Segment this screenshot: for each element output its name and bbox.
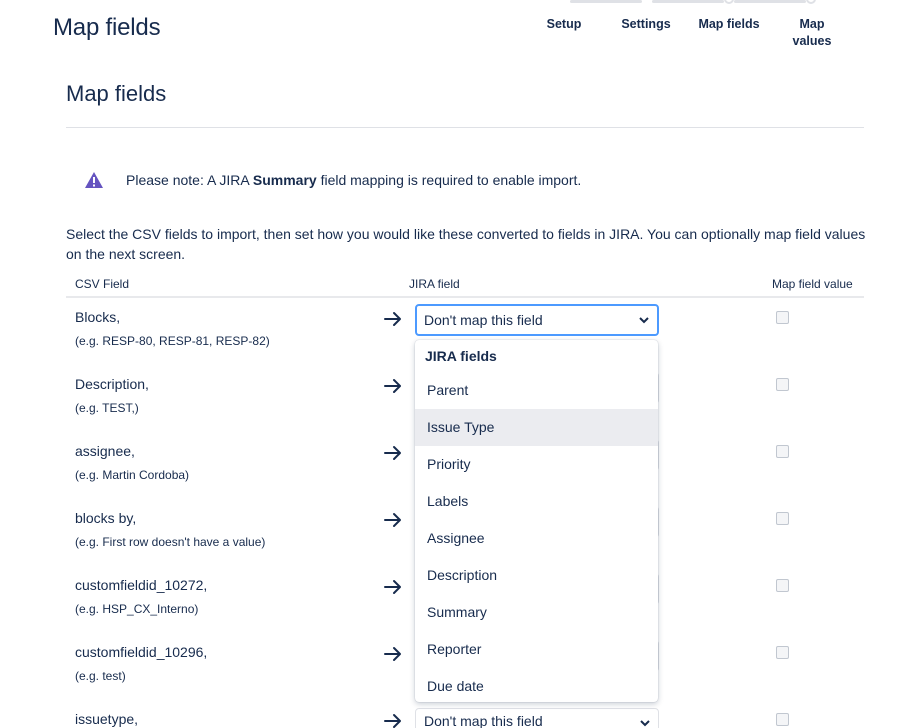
arrow-right-icon xyxy=(384,513,401,527)
option-assignee[interactable]: Assignee xyxy=(415,520,658,557)
arrow-right-icon xyxy=(384,446,401,460)
csv-field-name: customfieldid_10296, xyxy=(75,644,208,660)
select-value: Don't map this field xyxy=(424,312,543,328)
arrow-right-icon xyxy=(384,647,401,661)
tracker-segment xyxy=(652,0,724,3)
step-setup: Setup xyxy=(546,17,582,31)
header-jira-field: JIRA field xyxy=(409,277,460,291)
map-field-value-checkbox[interactable] xyxy=(776,378,789,391)
map-field-value-checkbox[interactable] xyxy=(776,646,789,659)
chevron-down-icon xyxy=(639,317,649,324)
select-value: Don't map this field xyxy=(424,713,543,728)
header-csv-field: CSV Field xyxy=(75,277,130,291)
option-labels[interactable]: Labels xyxy=(415,483,658,520)
header-map-field-value: Map field value xyxy=(772,277,853,291)
csv-field-name: Blocks, xyxy=(75,309,121,325)
map-field-value-checkbox[interactable] xyxy=(776,713,789,726)
section-title: Map fields xyxy=(66,81,167,106)
table-row: issuetype, Don't map this field xyxy=(0,708,913,728)
tracker-segment xyxy=(734,0,806,3)
csv-field-name: issuetype, xyxy=(75,711,139,727)
tracker-segment xyxy=(570,0,642,3)
jira-field-select[interactable]: Don't map this field xyxy=(415,304,659,336)
option-parent[interactable]: Parent xyxy=(415,372,658,409)
csv-field-name: assignee, xyxy=(75,443,135,459)
note-text: Please note: A JIRA Summary field mappin… xyxy=(126,172,581,188)
option-description[interactable]: Description xyxy=(415,557,658,594)
map-field-value-checkbox[interactable] xyxy=(776,512,789,525)
csv-field-example: (e.g. HSP_CX_Interno) xyxy=(75,602,199,616)
arrow-right-icon xyxy=(384,379,401,393)
arrow-right-icon xyxy=(384,580,401,594)
tracker-dot xyxy=(806,0,816,4)
warning-icon xyxy=(85,172,103,188)
arrow-right-icon xyxy=(384,312,401,326)
dropdown-group-label: JIRA fields xyxy=(425,348,497,364)
option-due-date[interactable]: Due date xyxy=(415,668,658,702)
header-divider xyxy=(66,296,864,298)
csv-field-example: (e.g. First row doesn't have a value) xyxy=(75,535,266,549)
csv-field-name: blocks by, xyxy=(75,510,137,526)
note-prefix: Please note: A JIRA xyxy=(126,172,253,188)
jira-field-select[interactable]: Don't map this field xyxy=(415,708,659,728)
csv-field-name: Description, xyxy=(75,376,149,392)
csv-field-example: (e.g. TEST,) xyxy=(75,401,139,415)
option-summary[interactable]: Summary xyxy=(415,594,658,631)
option-reporter[interactable]: Reporter xyxy=(415,631,658,668)
map-field-value-checkbox[interactable] xyxy=(776,445,789,458)
chevron-down-icon xyxy=(640,720,650,727)
page-title: Map fields xyxy=(53,14,161,41)
step-map-values: Map values xyxy=(792,17,832,48)
divider xyxy=(66,127,864,128)
csv-field-example: (e.g. RESP-80, RESP-81, RESP-82) xyxy=(75,334,270,348)
arrow-right-icon xyxy=(384,714,401,728)
csv-field-example: (e.g. Martin Cordoba) xyxy=(75,468,190,482)
step-map-fields: Map fields xyxy=(698,17,760,31)
summary-required-note: Please note: A JIRA Summary field mappin… xyxy=(84,170,581,190)
intro-text: Select the CSV fields to import, then se… xyxy=(66,226,866,262)
progress-tracker: Setup Settings Map fields Map values xyxy=(520,0,900,60)
csv-field-name: customfieldid_10272, xyxy=(75,577,208,593)
map-field-value-checkbox[interactable] xyxy=(776,579,789,592)
tracker-dot xyxy=(724,0,734,4)
step-settings: Settings xyxy=(621,17,671,31)
note-bold: Summary xyxy=(252,172,317,188)
option-issue-type[interactable]: Issue Type xyxy=(415,409,658,446)
option-priority[interactable]: Priority xyxy=(415,446,658,483)
map-field-value-checkbox[interactable] xyxy=(776,311,789,324)
jira-field-dropdown: JIRA fields Parent Issue Type Priority L… xyxy=(415,340,658,702)
note-suffix: field mapping is required to enable impo… xyxy=(316,172,582,188)
csv-field-example: (e.g. test) xyxy=(75,669,126,683)
